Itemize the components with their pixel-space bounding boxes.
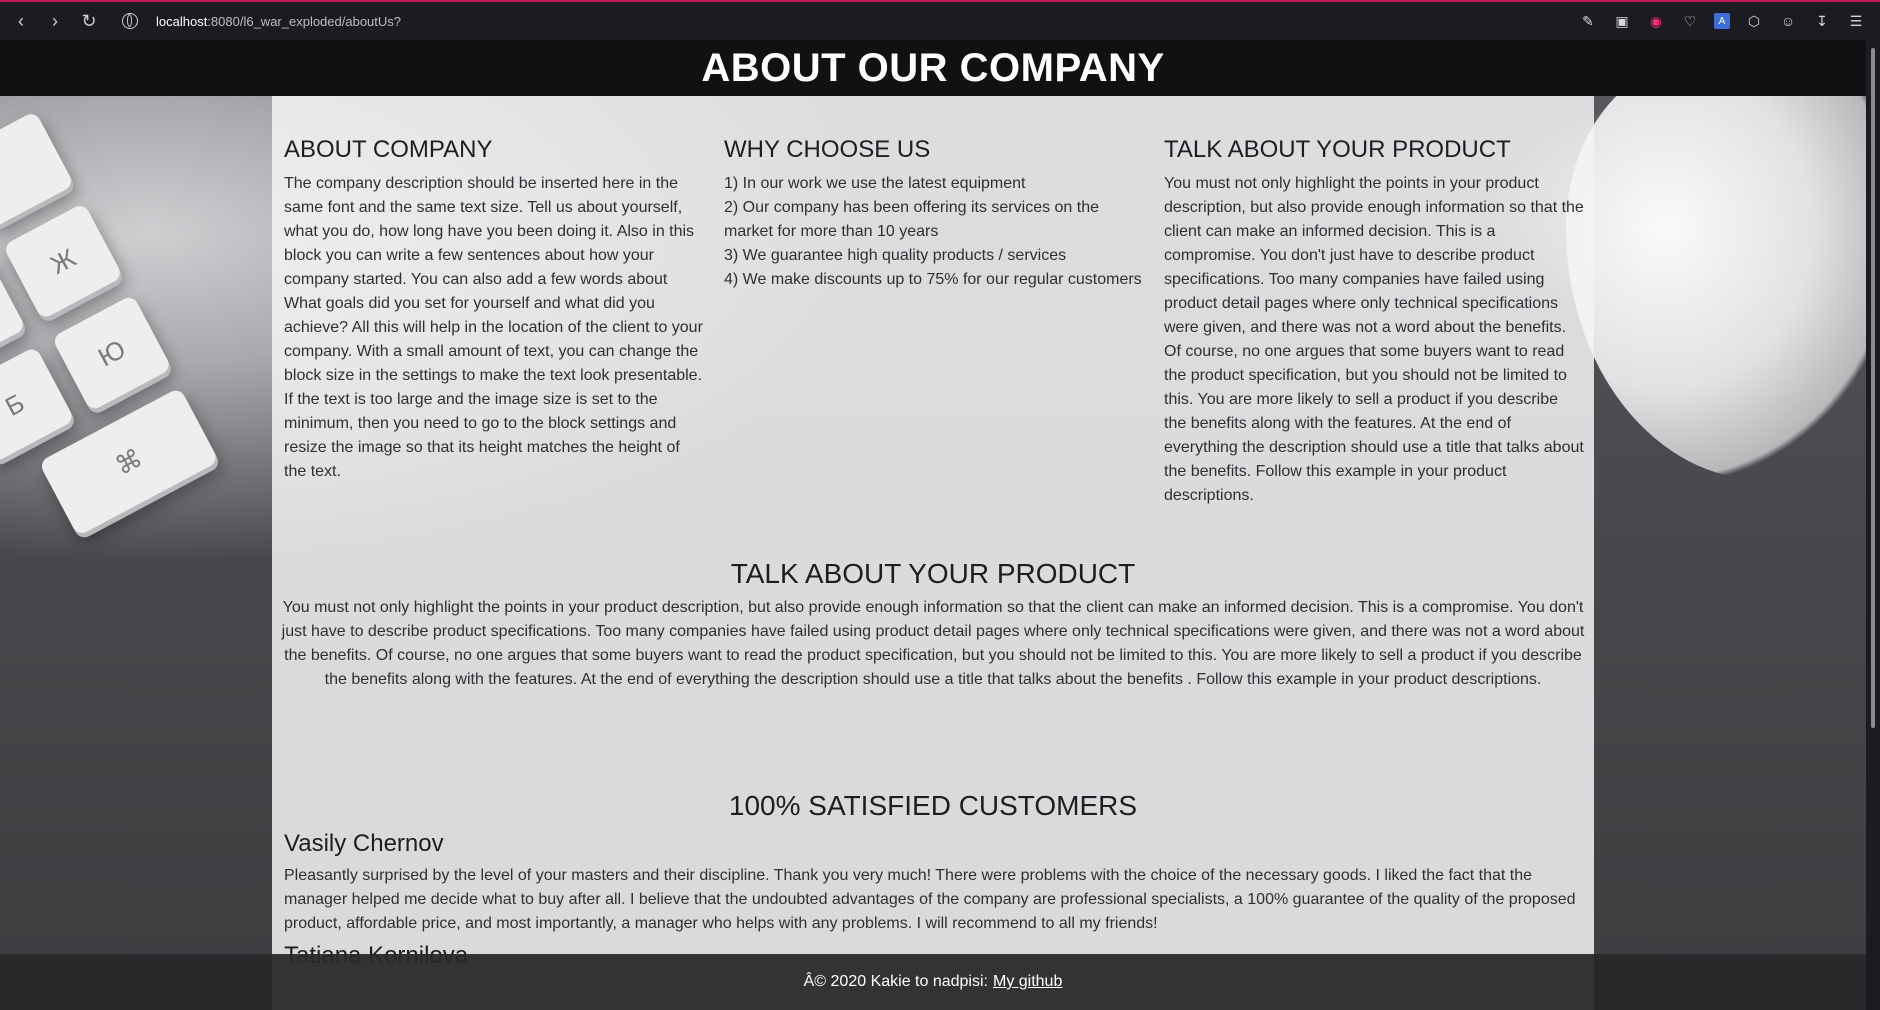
heart-icon[interactable]: ♡: [1680, 11, 1700, 31]
account-icon[interactable]: ☺: [1778, 11, 1798, 31]
url-text[interactable]: localhost:8080/l6_war_exploded/aboutUs?: [156, 14, 401, 29]
key-decoration: Ю: [51, 294, 173, 412]
menu-icon[interactable]: ☰: [1846, 11, 1866, 31]
forward-icon[interactable]: ›: [40, 6, 70, 36]
footer-text: Â© 2020 Kakie to nadpisi:: [803, 973, 988, 990]
product-section-text: You must not only highlight the points i…: [281, 599, 1585, 688]
why-choose-us-list: 1) In our work we use the latest equipme…: [724, 172, 1144, 292]
why-choose-us-column: WHY CHOOSE US 1) In our work we use the …: [724, 136, 1144, 508]
product-column: TALK ABOUT YOUR PRODUCT You must not onl…: [1164, 136, 1584, 508]
page-footer: Â© 2020 Kakie to nadpisi: My github: [0, 954, 1866, 1010]
scrollbar[interactable]: [1866, 40, 1880, 1010]
github-link[interactable]: My github: [993, 973, 1062, 991]
list-item: 3) We guarantee high quality products / …: [724, 247, 1067, 264]
product-section: TALK ABOUT YOUR PRODUCT You must not onl…: [272, 558, 1594, 692]
about-company-heading: ABOUT COMPANY: [284, 136, 493, 163]
page-header: ABOUT OUR COMPANY: [0, 40, 1866, 96]
translate-icon[interactable]: A: [1714, 13, 1730, 29]
about-company-text: The company description should be insert…: [284, 175, 703, 480]
pocket-icon[interactable]: ◉: [1646, 11, 1666, 31]
review-item: Vasily Chernov Pleasantly surprised by t…: [272, 830, 1594, 936]
list-item: 2) Our company has been offering its ser…: [724, 199, 1100, 240]
product-column-heading: TALK ABOUT YOUR PRODUCT: [1164, 136, 1511, 163]
customers-section: 100% SATISFIED CUSTOMERS Vasily Chernov …: [272, 790, 1594, 976]
browser-toolbar: ‹ › ↻ localhost:8080/l6_war_exploded/abo…: [0, 0, 1880, 40]
product-section-heading: TALK ABOUT YOUR PRODUCT: [730, 558, 1136, 589]
about-company-column: ABOUT COMPANY The company description sh…: [284, 136, 704, 508]
customers-heading: 100% SATISFIED CUSTOMERS: [728, 790, 1138, 821]
address-bar[interactable]: localhost:8080/l6_war_exploded/aboutUs?: [122, 13, 401, 29]
extensions-icon[interactable]: ⬡: [1744, 11, 1764, 31]
url-path: :8080/l6_war_exploded/aboutUs?: [207, 13, 402, 29]
review-text: Pleasantly surprised by the level of you…: [284, 867, 1576, 932]
nav-buttons: ‹ › ↻: [6, 6, 104, 36]
key-decoration: [0, 110, 75, 229]
url-host: localhost: [156, 13, 208, 29]
key-decoration: Б: [0, 346, 75, 464]
key-decoration: Ж: [2, 202, 124, 320]
download-icon[interactable]: ↧: [1812, 11, 1832, 31]
page-viewport: З Д Ж Б Ю ⌘ ABOUT OUR COMPANY ABOUT COMP…: [0, 40, 1866, 1010]
why-choose-us-heading: WHY CHOOSE US: [724, 136, 931, 163]
scrollbar-thumb[interactable]: [1871, 48, 1875, 728]
globe-icon: [122, 13, 138, 29]
edit-icon[interactable]: ✎: [1578, 11, 1598, 31]
mouse-background-image: [1566, 60, 1866, 480]
content-panel: ABOUT COMPANY The company description sh…: [272, 96, 1594, 1010]
reviewer-name: Vasily Chernov: [284, 830, 444, 857]
toolbar-icons: ✎ ▣ ◉ ♡ A ⬡ ☺ ↧ ☰: [1578, 2, 1866, 40]
info-columns: ABOUT COMPANY The company description sh…: [284, 136, 1584, 508]
list-item: 4) We make discounts up to 75% for our r…: [724, 271, 1142, 288]
list-item: 1) In our work we use the latest equipme…: [724, 175, 1026, 192]
screenshot-icon[interactable]: ▣: [1612, 11, 1632, 31]
reload-icon[interactable]: ↻: [74, 6, 104, 36]
page-title: ABOUT OUR COMPANY: [701, 45, 1165, 90]
product-column-text: You must not only highlight the points i…: [1164, 175, 1584, 504]
back-icon[interactable]: ‹: [6, 6, 36, 36]
